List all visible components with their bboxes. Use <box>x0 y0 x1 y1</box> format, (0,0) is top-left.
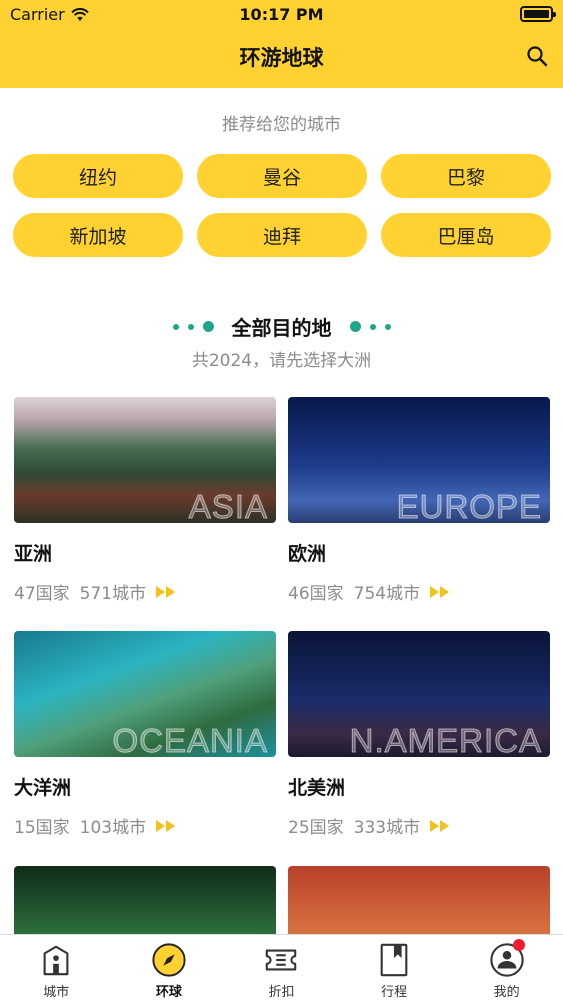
bookmark-icon <box>380 943 408 977</box>
status-bar: Carrier 10:17 PM <box>0 0 563 30</box>
continent-card-north-america[interactable]: N.AMERICA 北美洲 25国家 333城市 <box>288 631 550 838</box>
destinations-title: 全部目的地 <box>231 316 332 340</box>
image-watermark: OCEANIA <box>112 722 268 758</box>
tab-label: 城市 <box>43 985 70 1000</box>
country-count: 25国家 <box>288 818 344 838</box>
city-count: 333城市 <box>353 818 421 838</box>
continent-card-oceania[interactable]: OCEANIA 大洋洲 15国家 103城市 <box>14 631 276 838</box>
tab-label: 行程 <box>381 985 408 1000</box>
tab-label: 我的 <box>493 985 520 1000</box>
forward-arrows-icon <box>156 585 176 598</box>
tab-itinerary[interactable]: 行程 <box>338 935 451 1000</box>
city-chip-paris[interactable]: 巴黎 <box>381 154 551 198</box>
continent-image-north-america: N.AMERICA <box>288 631 550 757</box>
tab-label: 环球 <box>155 985 182 1000</box>
compass-icon <box>152 943 186 977</box>
tab-global[interactable]: 环球 <box>113 935 226 1000</box>
city-chip-bangkok[interactable]: 曼谷 <box>197 154 367 198</box>
country-count: 47国家 <box>14 584 70 604</box>
image-watermark: N.AMERICA <box>349 722 542 758</box>
continent-stats: 25国家 333城市 <box>288 813 550 838</box>
continent-image-asia: ASIA <box>14 397 276 523</box>
continent-card-europe[interactable]: EUROPE 欧洲 46国家 754城市 <box>288 397 550 604</box>
image-watermark: EUROPE <box>396 488 542 524</box>
destinations-heading: 全部目的地 <box>0 312 563 341</box>
country-count: 46国家 <box>288 584 344 604</box>
city-chip-bali[interactable]: 巴厘岛 <box>381 213 551 257</box>
continent-name: 大洋洲 <box>14 777 72 799</box>
city-chip-singapore[interactable]: 新加坡 <box>13 213 183 257</box>
image-watermark: ASIA <box>188 488 268 524</box>
continent-name: 亚洲 <box>14 543 53 565</box>
continent-stats: 46国家 754城市 <box>288 579 550 604</box>
tab-profile[interactable]: 我的 <box>450 935 563 1000</box>
continent-image-europe: EUROPE <box>288 397 550 523</box>
continent-stats: 47国家 571城市 <box>14 579 276 604</box>
continent-name: 北美洲 <box>288 777 346 799</box>
page-title: 环游地球 <box>239 46 324 70</box>
city-count: 754城市 <box>353 584 421 604</box>
forward-arrows-icon <box>156 819 176 832</box>
tab-label: 折扣 <box>268 985 295 1000</box>
city-count: 103城市 <box>79 818 147 838</box>
decor-dots-left <box>172 321 214 332</box>
ticket-icon <box>266 949 297 971</box>
top-bar: Carrier 10:17 PM 环游地球 <box>0 0 563 88</box>
forward-arrows-icon <box>430 819 450 832</box>
building-icon <box>43 945 69 976</box>
tab-discount[interactable]: 折扣 <box>225 935 338 1000</box>
recommended-label: 推荐给您的城市 <box>222 115 341 135</box>
search-icon[interactable] <box>525 44 549 68</box>
country-count: 15国家 <box>14 818 70 838</box>
continent-image-oceania: OCEANIA <box>14 631 276 757</box>
continent-name: 欧洲 <box>288 543 327 565</box>
forward-arrows-icon <box>430 585 450 598</box>
tab-bar: 城市 环球 折扣 行程 我的 <box>0 934 563 1000</box>
recommended-city-list: 纽约 曼谷 巴黎 新加坡 迪拜 巴厘岛 <box>13 154 551 257</box>
tab-city[interactable]: 城市 <box>0 935 113 1000</box>
continent-stats: 15国家 103城市 <box>14 813 276 838</box>
city-chip-newyork[interactable]: 纽约 <box>13 154 183 198</box>
city-chip-dubai[interactable]: 迪拜 <box>197 213 367 257</box>
city-count: 571城市 <box>79 584 147 604</box>
battery-icon <box>520 6 556 22</box>
destinations-subtitle: 共2024，请先选择大洲 <box>191 351 372 371</box>
continent-card-asia[interactable]: ASIA 亚洲 47国家 571城市 <box>14 397 276 604</box>
status-time: 10:17 PM <box>239 5 324 24</box>
decor-dots-right <box>349 321 391 332</box>
